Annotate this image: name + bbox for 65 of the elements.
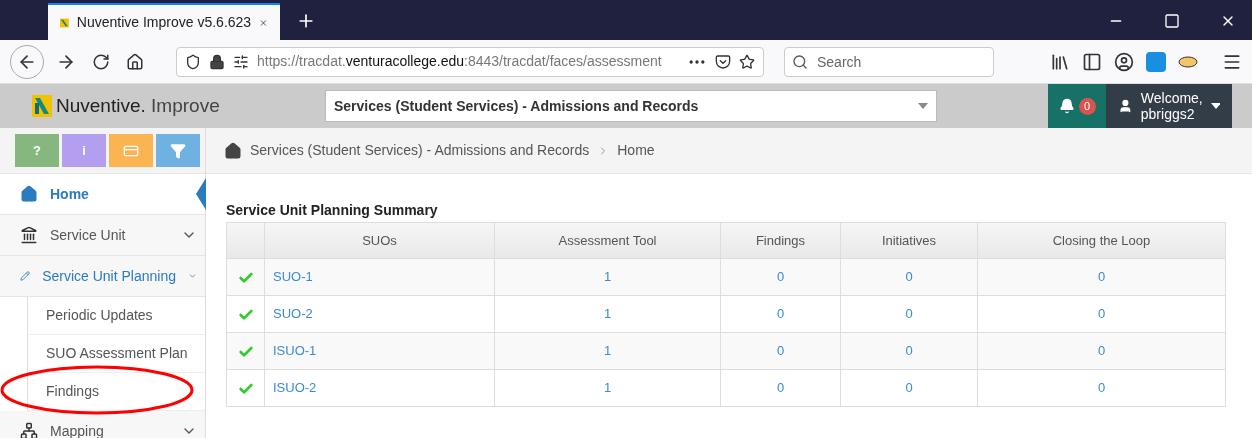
column-header: Findings [720,222,841,259]
caret-icon [918,103,928,109]
url-field[interactable]: https://tracdat.venturacollege.edu:8443/tracdat/faces/assessment [176,46,764,77]
extension-icon[interactable] [1178,53,1198,70]
table-link[interactable]: 0 [905,343,913,359]
search-field[interactable]: Search [784,46,994,77]
sidebar-item[interactable]: Mapping [0,411,205,438]
breadcrumb-item[interactable]: Services (Student Services) - Admissions and Records [250,140,590,161]
home-icon[interactable] [126,52,144,71]
sidebar-subitem[interactable]: SUO Assessment Plan [27,335,205,373]
unit-select[interactable]: Services (Student Services) - Admissions and Records [325,90,937,122]
notification-count: 0 [1078,97,1096,115]
lock-icon[interactable] [209,53,225,70]
brand-name: Nuventive. Improve [56,93,220,118]
table-link[interactable]: 0 [776,380,785,396]
shield-icon[interactable] [185,53,201,70]
table-link[interactable]: 0 [905,269,913,285]
bank-icon [20,226,38,244]
sidebar-item[interactable]: Service Unit [0,215,205,256]
user-icon [1118,98,1133,114]
logo-icon [32,95,52,117]
table-link[interactable]: 0 [1097,343,1106,359]
bell-icon [1058,98,1075,114]
table-link[interactable]: 0 [776,343,785,359]
column-header: Assessment Tool [494,222,721,259]
toolbar-button[interactable]: i [62,134,106,167]
table-link[interactable]: 0 [1097,269,1106,285]
table-link[interactable]: 0 [1097,306,1106,322]
account-icon[interactable] [1114,51,1134,72]
table-link[interactable]: 1 [603,343,612,359]
sidebar-subitem[interactable]: Periodic Updates [27,297,205,335]
sidebar-item[interactable]: Service Unit Planning [0,256,205,297]
table-link[interactable]: SUO-1 [273,269,313,285]
table-link[interactable]: 1 [603,306,612,322]
table-title: Service Unit Planning Summary [226,201,439,220]
table-link[interactable]: 1 [603,380,612,396]
table-link[interactable]: 0 [905,306,913,322]
maximize-icon[interactable] [1164,13,1180,29]
user-menu-button[interactable]: Welcome, pbriggs2 [1106,84,1232,128]
table-link[interactable]: 0 [905,380,913,396]
browser-tab[interactable]: Nuventive Improve v5.6.623 [48,3,280,40]
table-link[interactable]: 1 [603,269,612,285]
notifications-button[interactable]: 0 [1048,84,1106,128]
permissions-icon[interactable] [233,53,249,70]
caret-icon [1210,103,1220,109]
breadcrumb-item[interactable]: Home [617,140,655,161]
table-link[interactable]: 0 [776,306,785,322]
home-icon [224,141,242,160]
reload-icon[interactable] [92,52,110,71]
sitemap-icon [20,422,38,438]
table-link[interactable]: ISUO-2 [273,380,317,396]
column-header: Initiatives [840,222,978,259]
pocket-icon[interactable] [715,53,731,70]
filter-icon [170,142,186,159]
search-icon [792,53,808,70]
table-link[interactable]: 0 [1097,380,1106,396]
column-header: Closing the Loop [977,222,1226,259]
sidebar-icon[interactable] [1082,51,1102,72]
bookmark-star-icon[interactable] [739,53,755,70]
table-link[interactable]: 0 [776,269,785,285]
home-icon [20,185,38,203]
table-link[interactable]: ISUO-1 [273,343,317,359]
toolbar-button[interactable]: ? [15,134,59,167]
column-header: SUOs [264,222,495,259]
table-link[interactable]: SUO-2 [273,306,313,322]
